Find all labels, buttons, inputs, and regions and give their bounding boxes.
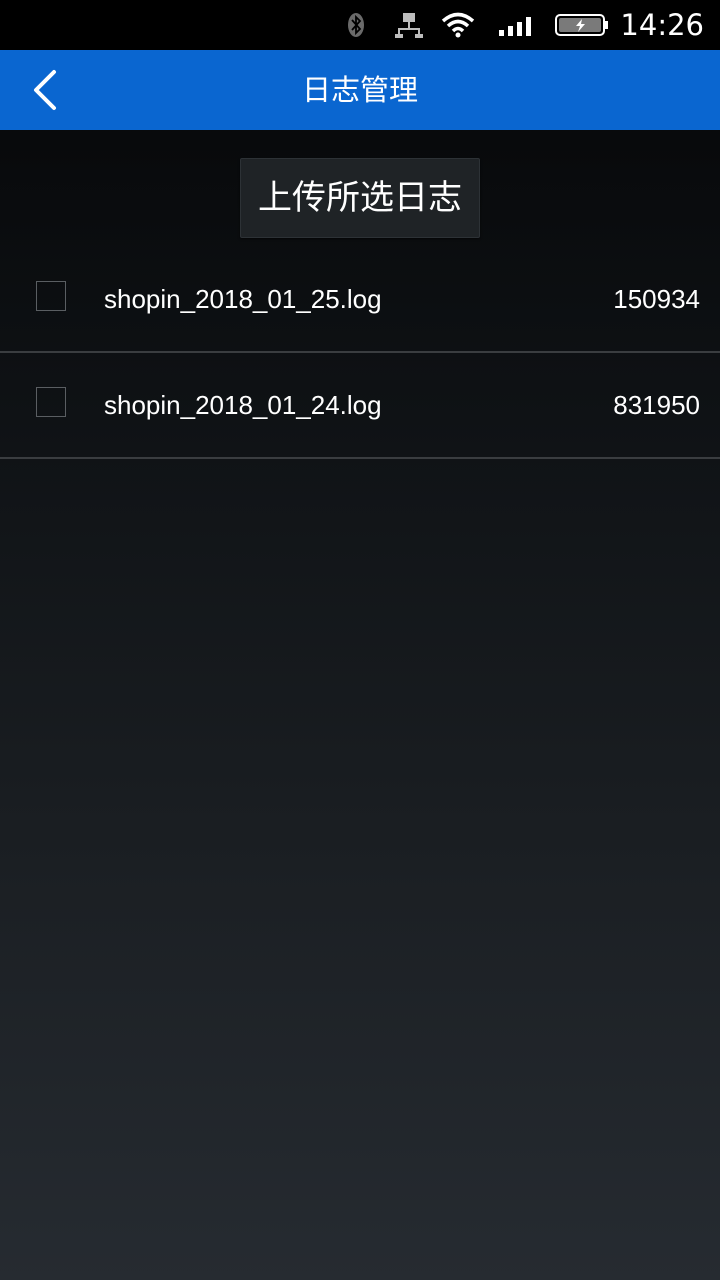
wifi-icon [440,0,476,50]
page-title: 日志管理 [301,73,418,107]
log-file-list: shopin_2018_01_25.log 150934 shopin_2018… [0,247,720,459]
battery-charging-icon [554,0,610,50]
list-item[interactable]: shopin_2018_01_25.log 150934 [0,247,720,353]
log-file-name: shopin_2018_01_24.log [104,390,382,420]
status-time: 14:26 [620,8,704,42]
log-file-size: 831950 [613,390,700,420]
bluetooth-icon [344,0,368,50]
list-item[interactable]: shopin_2018_01_24.log 831950 [0,353,720,459]
network-icon [394,0,424,50]
status-bar: 14:26 [0,0,720,50]
log-checkbox[interactable] [36,281,66,311]
title-bar: 日志管理 [0,50,720,130]
log-file-size: 150934 [613,284,700,314]
signal-icon [496,0,536,50]
log-file-name: shopin_2018_01_25.log [104,284,382,314]
log-checkbox[interactable] [36,387,66,417]
upload-selected-logs-button[interactable]: 上传所选日志 [240,158,480,238]
